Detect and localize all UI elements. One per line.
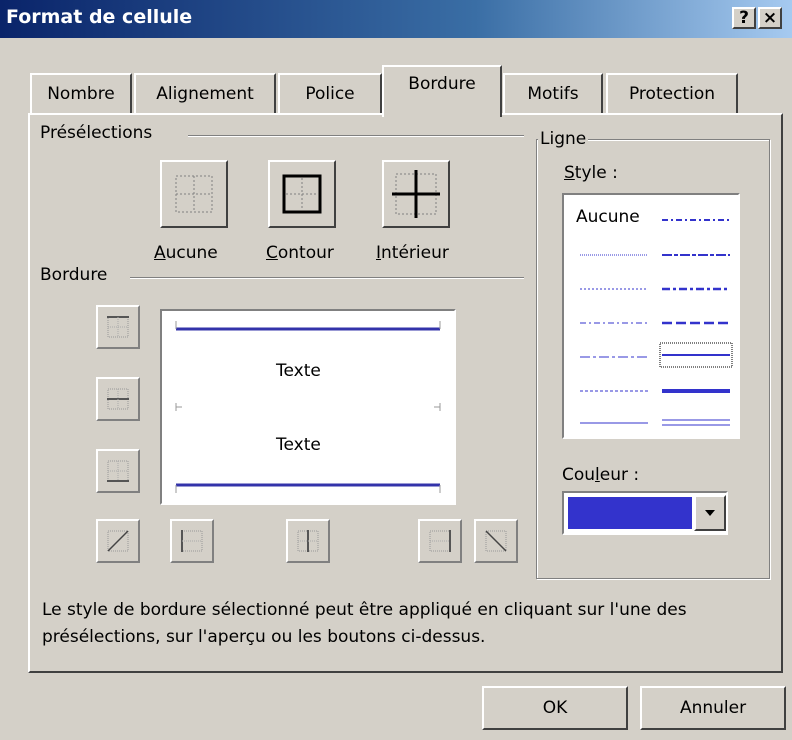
color-dropdown-arrow-button[interactable]: [694, 495, 726, 531]
preset-none-button[interactable]: [160, 160, 228, 228]
preset-inside-button[interactable]: [382, 160, 450, 228]
preset-outline-button[interactable]: [268, 160, 336, 228]
color-dropdown[interactable]: [562, 491, 728, 535]
preset-none-label: Aucune: [154, 243, 218, 263]
format-cells-dialog: Format de cellule ? × Nombre Alignement …: [0, 0, 792, 740]
tab-motifs[interactable]: Motifs: [503, 73, 603, 113]
color-swatch: [568, 497, 692, 529]
help-button[interactable]: ?: [732, 7, 756, 29]
color-label: Couleur :: [562, 465, 639, 485]
tab-label: Motifs: [527, 84, 579, 104]
label-text: eur :: [599, 465, 640, 485]
line-heading: Ligne: [538, 129, 589, 149]
tab-protection[interactable]: Protection: [606, 73, 738, 113]
style-label: Style :: [564, 163, 618, 183]
accel-letter: C: [266, 243, 278, 263]
border-right-icon: [429, 530, 451, 552]
border-divider: [130, 277, 524, 279]
accel-letter: A: [154, 243, 166, 263]
chevron-down-icon: [705, 510, 715, 516]
border-middle-vertical-button[interactable]: [286, 519, 330, 563]
tab-alignement[interactable]: Alignement: [134, 73, 276, 113]
border-top-icon: [107, 316, 129, 338]
close-button[interactable]: ×: [758, 7, 782, 29]
tab-label: Nombre: [47, 84, 115, 104]
tab-panel: Présélections Aucune Contour Intérieur B…: [28, 113, 783, 673]
preset-outline-label: Contour: [266, 243, 334, 263]
border-middle-horizontal-button[interactable]: [96, 377, 140, 421]
line-style-swatches: [580, 219, 733, 426]
label-text: ntérieur: [381, 243, 449, 263]
border-preview[interactable]: Texte Texte: [160, 309, 456, 505]
preset-inside-label: Intérieur: [376, 243, 449, 263]
hint-text: Le style de bordure sélectionné peut êtr…: [42, 600, 687, 647]
presets-divider: [188, 135, 524, 137]
tab-label: Bordure: [408, 74, 476, 94]
border-left-icon: [181, 530, 203, 552]
border-inside-horizontal-icon: [107, 388, 129, 410]
border-left-button[interactable]: [170, 519, 214, 563]
preview-text-top: Texte: [276, 361, 321, 381]
diagonal-up-icon: [107, 530, 129, 552]
tab-bordure[interactable]: Bordure: [382, 65, 502, 117]
border-diagonal-up-button[interactable]: [96, 519, 140, 563]
label-text: ontour: [277, 243, 334, 263]
border-diagonal-down-button[interactable]: [474, 519, 518, 563]
preset-outline-icon: [282, 174, 322, 214]
tab-label: Police: [305, 84, 355, 104]
cancel-button[interactable]: Annuler: [640, 686, 786, 730]
preset-none-icon: [175, 175, 213, 213]
tab-label: Protection: [628, 84, 715, 104]
accel-letter: S: [564, 163, 575, 183]
label-text: tyle :: [574, 163, 618, 183]
line-style-list[interactable]: Aucune: [562, 193, 740, 439]
border-top-button[interactable]: [96, 305, 140, 349]
preview-text-bottom: Texte: [276, 435, 321, 455]
title-bar[interactable]: Format de cellule ? ×: [0, 0, 792, 38]
preview-lines: [175, 321, 441, 493]
tab-nombre[interactable]: Nombre: [30, 73, 132, 113]
tab-police[interactable]: Police: [278, 73, 382, 113]
border-bottom-icon: [107, 460, 129, 482]
preset-inside-icon: [392, 170, 440, 218]
border-heading: Bordure: [40, 265, 108, 285]
border-inside-vertical-icon: [297, 530, 319, 552]
border-right-button[interactable]: [418, 519, 462, 563]
ok-button[interactable]: OK: [482, 686, 628, 730]
presets-heading: Présélections: [40, 123, 153, 143]
tab-label: Alignement: [156, 84, 254, 104]
label-text: ucune: [165, 243, 218, 263]
window-title: Format de cellule: [6, 6, 193, 28]
label-text: Cou: [562, 465, 596, 485]
border-bottom-button[interactable]: [96, 449, 140, 493]
diagonal-down-icon: [485, 530, 507, 552]
